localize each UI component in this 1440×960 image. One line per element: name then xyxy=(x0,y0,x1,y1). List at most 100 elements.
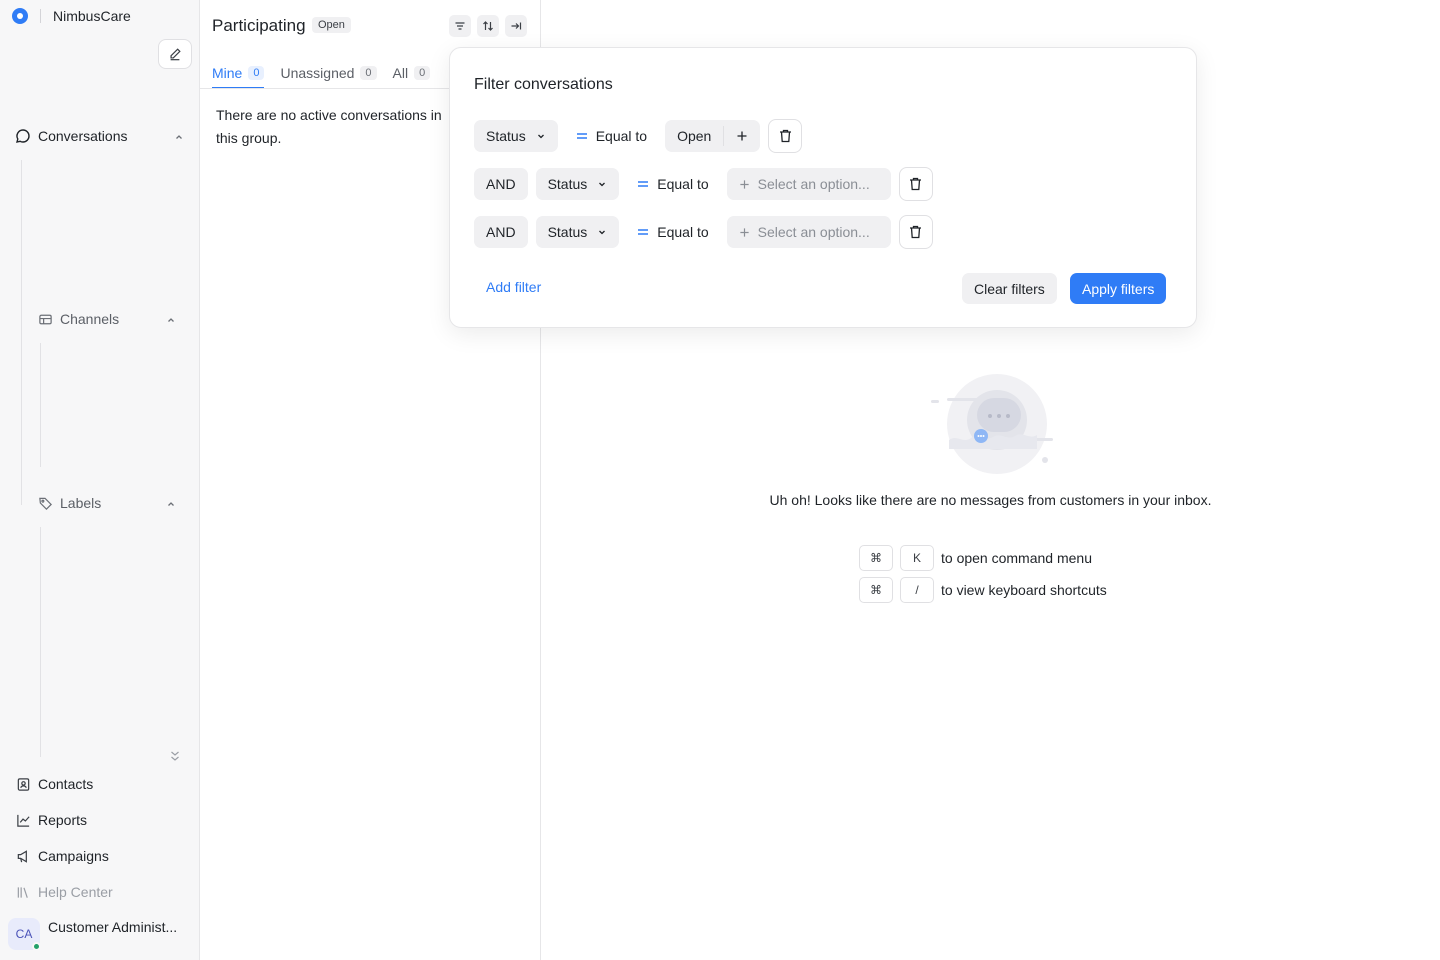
sidebar-item-campaigns[interactable]: Campaigns xyxy=(14,847,109,865)
tree-line xyxy=(40,343,41,467)
tab-label: All xyxy=(392,65,409,81)
apply-filters-button[interactable]: Apply filters xyxy=(1070,273,1167,304)
tab-count: 0 xyxy=(248,66,265,80)
tab-count: 0 xyxy=(360,66,377,80)
sidebar-item-label: Campaigns xyxy=(38,848,109,864)
plus-icon xyxy=(739,227,750,238)
empty-list-message: There are no active conversations in thi… xyxy=(216,107,442,146)
user-profile[interactable]: CA Customer Administ... xyxy=(0,908,199,960)
tab-unassigned[interactable]: Unassigned 0 xyxy=(280,58,377,88)
operator-label: Equal to xyxy=(657,176,709,192)
shortcut-keyboard-shortcuts: ⌘ / to view keyboard shortcuts xyxy=(859,577,1107,603)
delete-filter-button[interactable] xyxy=(898,167,933,201)
chevron-down-icon xyxy=(536,131,546,141)
sidebar-item-reports[interactable]: Reports xyxy=(14,811,87,829)
chevron-up-icon[interactable] xyxy=(165,498,177,510)
sort-button[interactable] xyxy=(477,15,499,37)
operator-select[interactable]: Equal to xyxy=(627,168,718,200)
attribute-label: Status xyxy=(547,176,588,192)
filter-button[interactable] xyxy=(449,15,471,37)
filter-modal: Filter conversations Status Equal to Ope… xyxy=(449,47,1197,328)
trash-icon xyxy=(910,177,922,191)
chevron-up-icon[interactable] xyxy=(173,131,185,143)
tab-mine[interactable]: Mine 0 xyxy=(212,58,265,89)
empty-inbox-message: Uh oh! Looks like there are no messages … xyxy=(769,492,1212,508)
tab-all[interactable]: All 0 xyxy=(393,58,431,88)
value-select[interactable]: Open xyxy=(665,120,761,152)
sort-icon xyxy=(483,21,493,31)
conversation-tabs: Mine 0 Unassigned 0 All 0 xyxy=(212,58,446,89)
sidebar-item-conversations[interactable]: Conversations xyxy=(14,127,128,145)
attribute-label: Status xyxy=(547,224,588,240)
arrow-to-right-icon xyxy=(511,22,522,30)
sidebar-item-help-center[interactable]: Help Center xyxy=(14,883,113,901)
channels-icon xyxy=(36,310,54,328)
brand-divider xyxy=(40,9,41,23)
joiner-label: AND xyxy=(486,224,516,240)
operator-select[interactable]: Equal to xyxy=(566,120,657,152)
query-operator-select[interactable]: AND xyxy=(474,168,528,200)
modal-title: Filter conversations xyxy=(474,76,613,93)
sidebar-item-label: Conversations xyxy=(38,128,128,144)
value-placeholder: Select an option... xyxy=(757,224,870,240)
equals-icon xyxy=(637,227,649,237)
chevron-up-icon[interactable] xyxy=(165,314,177,326)
attribute-select[interactable]: Status xyxy=(535,168,620,200)
chevrons-down-icon[interactable] xyxy=(168,748,182,766)
filter-row: AND Status Equal to Select an option... xyxy=(474,167,933,201)
shortcut-text: to open command menu xyxy=(941,550,1092,566)
collapse-panel-button[interactable] xyxy=(505,15,527,37)
sidebar-item-channels[interactable]: Channels xyxy=(36,310,119,328)
plus-icon[interactable] xyxy=(724,130,760,142)
filter-row: Status Equal to Open xyxy=(474,119,803,153)
filter-row: AND Status Equal to Select an option... xyxy=(474,215,933,249)
sidebar: NimbusCare Conversations Channels Labels xyxy=(0,0,200,960)
brand: NimbusCare xyxy=(12,8,131,24)
contacts-icon xyxy=(14,775,32,793)
page-title: Participating xyxy=(212,16,306,35)
status-badge[interactable]: Open xyxy=(312,17,351,33)
tab-label: Mine xyxy=(212,65,243,81)
help-center-icon xyxy=(14,883,32,901)
trash-icon xyxy=(910,225,922,239)
query-operator-select[interactable]: AND xyxy=(474,216,528,248)
value-placeholder: Select an option... xyxy=(757,176,870,192)
value-select[interactable]: Select an option... xyxy=(726,168,891,200)
tab-label: Unassigned xyxy=(280,65,355,81)
filter-icon xyxy=(455,22,465,30)
pencil-icon xyxy=(170,48,181,61)
shortcut-text: to view keyboard shortcuts xyxy=(941,582,1107,598)
sidebar-item-contacts[interactable]: Contacts xyxy=(14,775,93,793)
add-filter-button[interactable]: Add filter xyxy=(486,279,541,295)
shortcut-command-menu: ⌘ K to open command menu xyxy=(859,545,1092,571)
avatar: CA xyxy=(8,918,41,951)
kbd-key: K xyxy=(900,545,934,571)
delete-filter-button[interactable] xyxy=(768,119,803,153)
sidebar-item-label: Contacts xyxy=(38,776,94,792)
user-name: Customer Administ... xyxy=(48,919,178,935)
attribute-select[interactable]: Status xyxy=(535,216,620,248)
compose-button[interactable] xyxy=(158,39,192,69)
empty-inbox-illustration xyxy=(931,374,1053,474)
operator-select[interactable]: Equal to xyxy=(627,216,718,248)
joiner-label: AND xyxy=(486,176,516,192)
clear-filters-button[interactable]: Clear filters xyxy=(962,273,1057,304)
value-select[interactable]: Select an option... xyxy=(726,216,891,248)
operator-label: Equal to xyxy=(595,128,648,144)
brand-name: NimbusCare xyxy=(53,8,131,24)
attribute-select[interactable]: Status xyxy=(474,120,558,152)
delete-filter-button[interactable] xyxy=(898,215,933,249)
sidebar-item-label: Help Center xyxy=(38,884,113,900)
tree-line xyxy=(40,527,41,757)
chevron-down-icon xyxy=(597,179,607,189)
sidebar-item-label: Channels xyxy=(60,311,120,327)
value-chip[interactable]: Open xyxy=(665,126,725,146)
sidebar-item-labels[interactable]: Labels xyxy=(36,494,101,512)
plus-icon xyxy=(739,179,750,190)
campaigns-icon xyxy=(14,847,32,865)
equals-icon xyxy=(637,179,649,189)
chat-bubble-icon xyxy=(14,127,32,145)
tree-line xyxy=(21,160,22,505)
operator-label: Equal to xyxy=(657,224,709,240)
equals-icon xyxy=(576,131,588,141)
